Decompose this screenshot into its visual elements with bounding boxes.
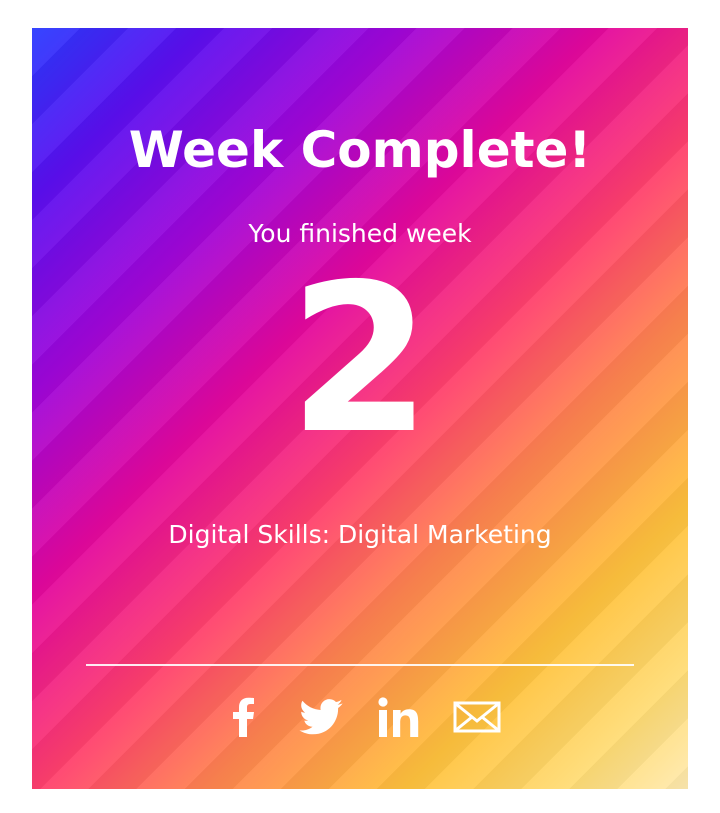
week-complete-card: Week Complete! You finished week 2 Digit… xyxy=(32,28,688,789)
card-title: Week Complete! xyxy=(128,121,592,179)
linkedin-icon xyxy=(378,697,419,737)
facebook-share-button[interactable] xyxy=(219,694,267,740)
week-number: 2 xyxy=(288,241,432,479)
course-name: Digital Skills: Digital Marketing xyxy=(168,520,552,549)
facebook-icon xyxy=(233,697,254,737)
email-icon xyxy=(453,701,501,733)
twitter-icon xyxy=(299,699,343,735)
linkedin-share-button[interactable] xyxy=(375,694,423,740)
twitter-share-button[interactable] xyxy=(297,694,345,740)
email-share-button[interactable] xyxy=(453,694,501,740)
share-buttons xyxy=(32,694,688,740)
divider xyxy=(86,664,634,666)
